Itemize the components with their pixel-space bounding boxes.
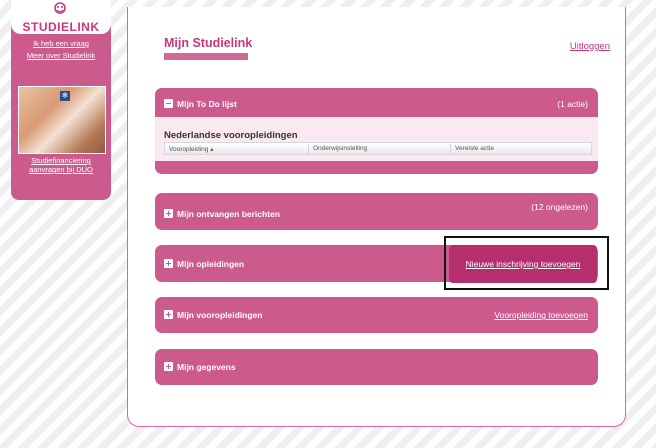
add-vooropleiding-link[interactable]: Vooropleiding toevoegen — [494, 310, 588, 320]
logout-link[interactable]: Uitloggen — [570, 41, 610, 52]
berichten-section[interactable]: Mijn ontvangen berichten (12 ongelezen) — [155, 193, 598, 230]
about-studielink-link[interactable]: Meer over Studielink — [11, 51, 111, 60]
opleidingen-label[interactable]: Mijn opleidingen — [177, 259, 244, 269]
expand-icon[interactable] — [164, 209, 173, 218]
logo-mark-icon — [54, 2, 66, 14]
collapse-icon[interactable] — [164, 99, 173, 108]
main-panel: Mijn Studielink Uitloggen Mijn To Do lij… — [127, 7, 626, 427]
todo-count: (1 actie) — [557, 99, 588, 109]
expand-icon[interactable] — [164, 362, 173, 371]
col-vooropleiding[interactable]: Vooropleiding ▴ — [169, 145, 213, 153]
col-separator — [450, 144, 451, 154]
snowflake-icon: ❄ — [60, 91, 70, 101]
todo-section: Mijn To Do lijst (1 actie) Nederlandse v… — [155, 88, 598, 174]
todo-section-label[interactable]: Mijn To Do lijst — [177, 99, 237, 109]
gegevens-label[interactable]: Mijn gegevens — [177, 362, 236, 372]
duo-link-line1[interactable]: Studiefinanciering — [11, 156, 111, 165]
expand-icon[interactable] — [164, 259, 173, 268]
title-underline — [164, 53, 248, 60]
todo-body: Nederlandse vooropleidingen Vooropleidin… — [155, 117, 598, 161]
todo-table-header: Vooropleiding ▴ Onderwijsinstelling Vere… — [164, 142, 592, 155]
berichten-label[interactable]: Mijn ontvangen berichten — [177, 209, 280, 219]
todo-subtitle: Nederlandse vooropleidingen — [164, 130, 298, 141]
vooropleidingen-section[interactable]: Mijn vooropleidingen Vooropleiding toevo… — [155, 297, 598, 333]
studielink-logo[interactable]: STUDIELINK — [11, 0, 111, 34]
gegevens-section[interactable]: Mijn gegevens — [155, 349, 598, 385]
logo-text: STUDIELINK — [22, 20, 100, 34]
col-separator — [308, 144, 309, 154]
promo-photo[interactable]: ❄ — [18, 86, 106, 154]
ask-question-link[interactable]: Ik heb een vraag — [11, 39, 111, 48]
page-title: Mijn Studielink — [164, 36, 253, 50]
unread-count: (12 ongelezen) — [531, 202, 588, 212]
col-vereiste-actie[interactable]: Vereiste actie — [455, 145, 494, 152]
vooropleidingen-label[interactable]: Mijn vooropleidingen — [177, 310, 262, 320]
left-sidebar: STUDIELINK Ik heb een vraag Meer over St… — [11, 0, 111, 200]
new-enrollment-button[interactable]: Nieuwe inschrijving toevoegen — [449, 245, 597, 283]
col-onderwijsinstelling[interactable]: Onderwijsinstelling — [313, 145, 367, 152]
duo-link-line2[interactable]: aanvragen bij DUO — [11, 165, 111, 174]
expand-icon[interactable] — [164, 310, 173, 319]
new-enrollment-label[interactable]: Nieuwe inschrijving toevoegen — [449, 259, 597, 269]
